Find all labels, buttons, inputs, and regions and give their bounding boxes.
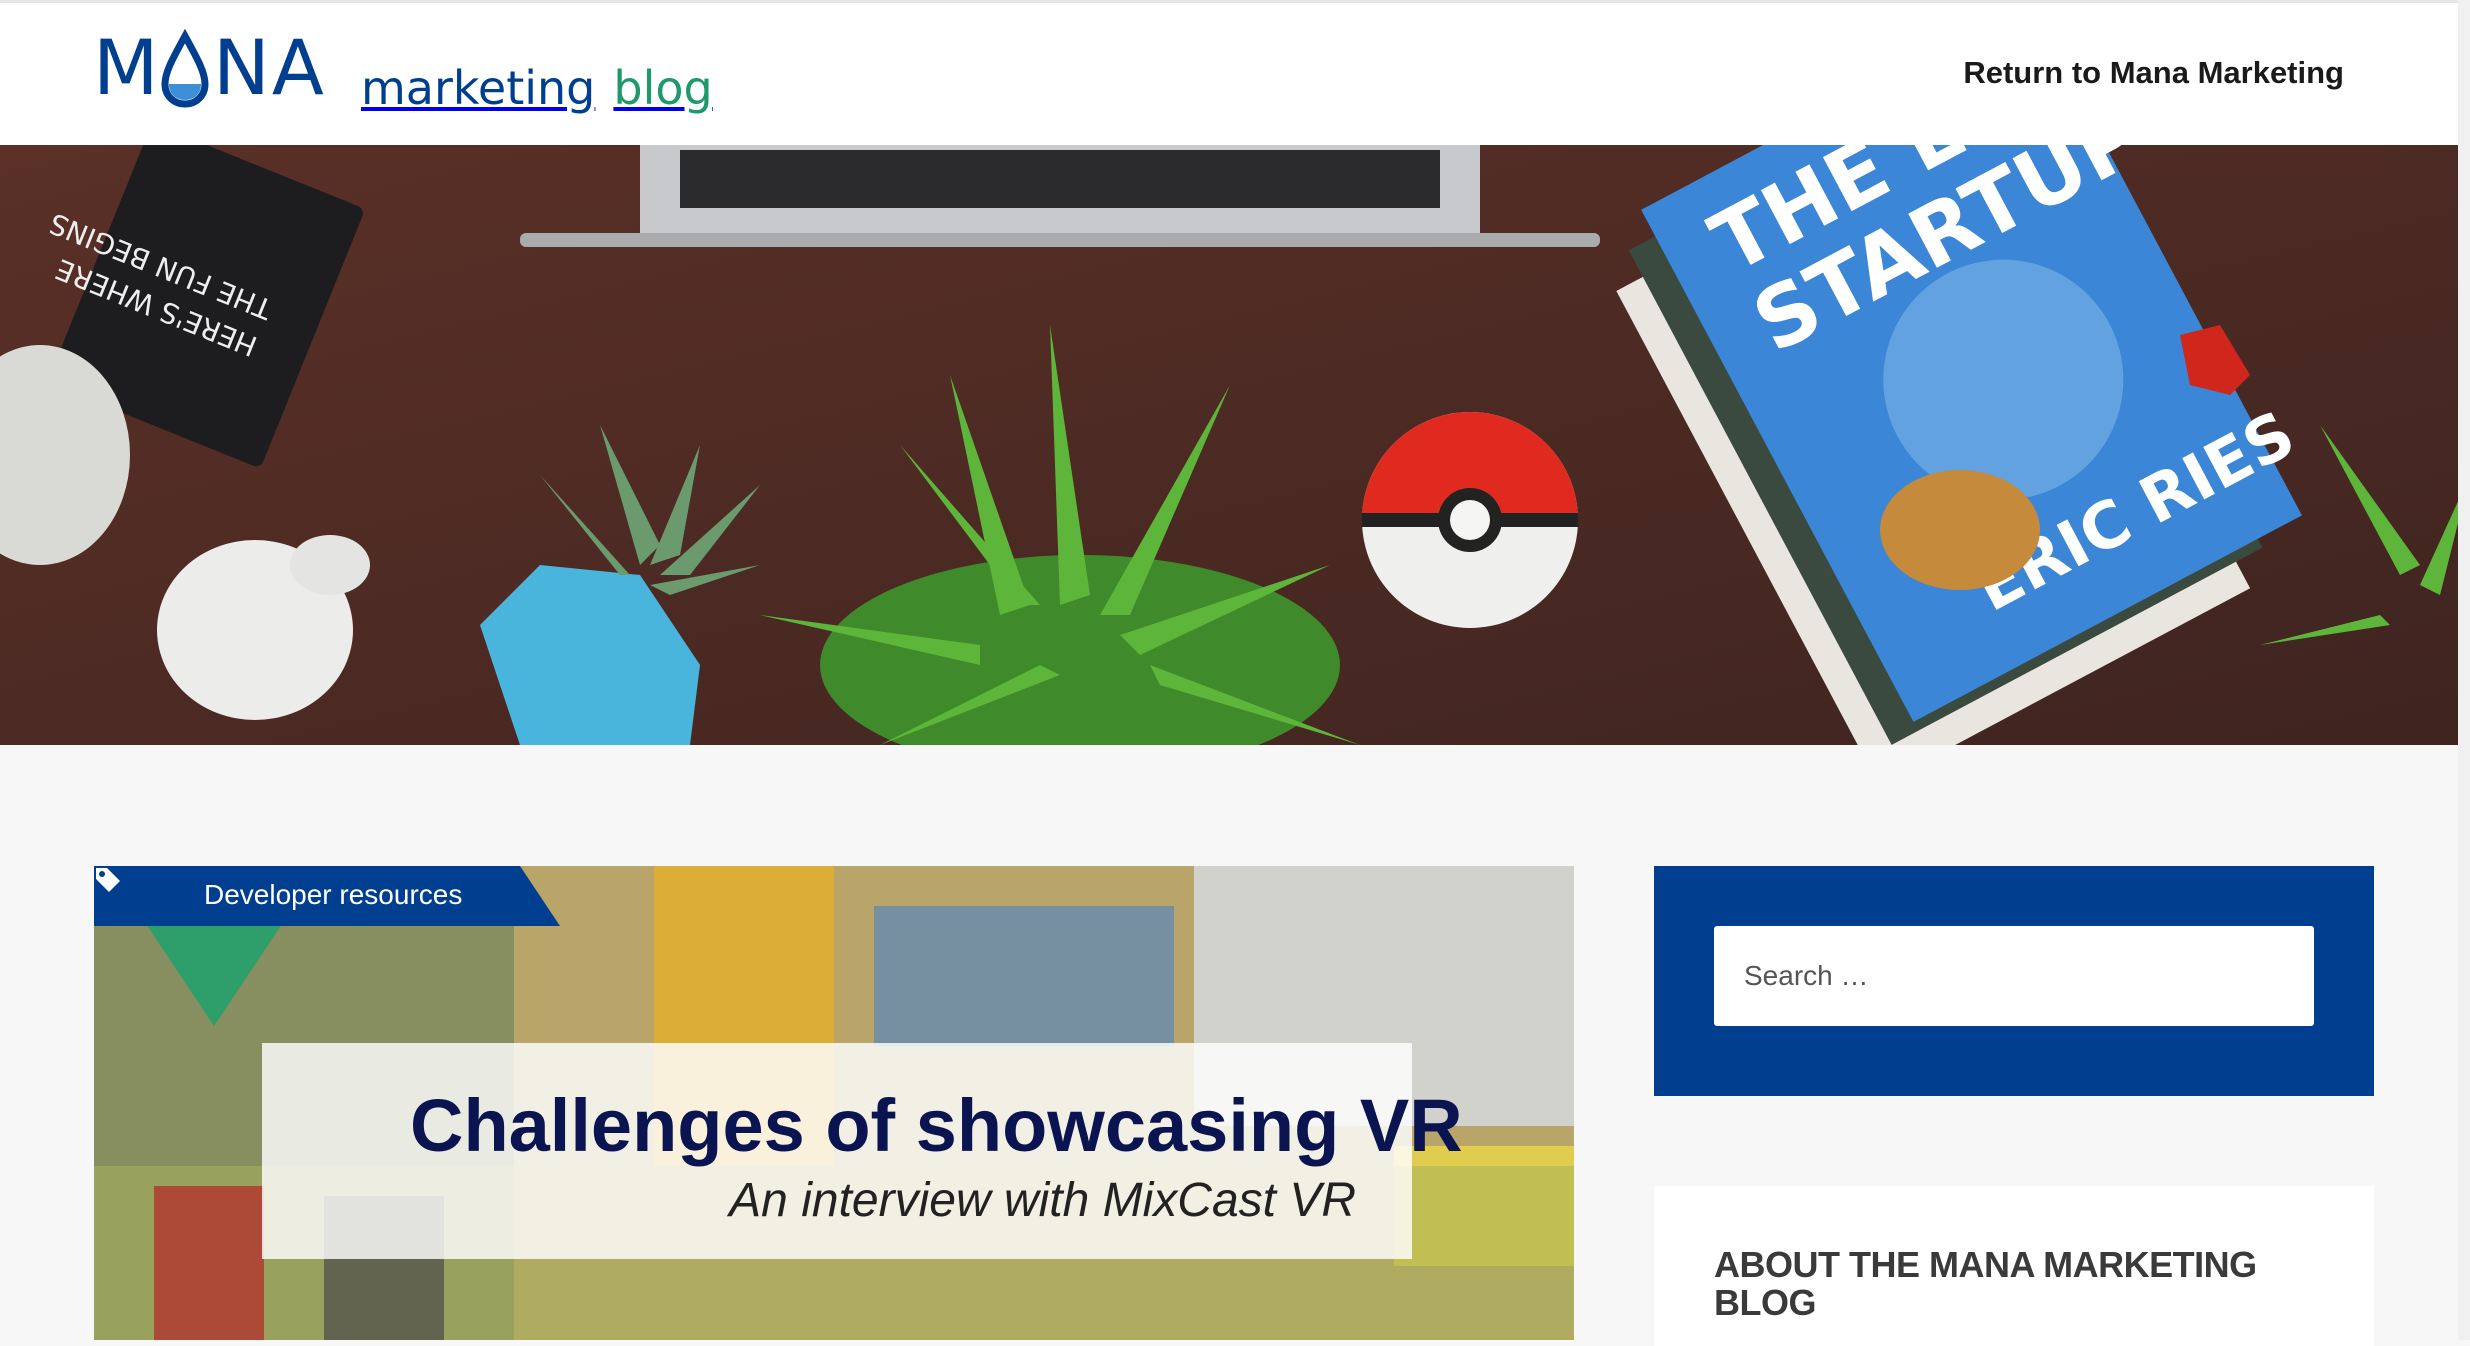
category-tag-link[interactable]: Developer resources: [94, 866, 564, 926]
window-scrollbar-track[interactable]: [2458, 0, 2470, 1340]
svg-text:M: M: [93, 28, 161, 108]
site-header: M NA marketing blog Return to Mana Marke…: [0, 0, 2470, 145]
about-widget: ABOUT THE MANA MARKETING BLOG: [1654, 1186, 2374, 1346]
post-image-title: Challenges of showcasing VR: [410, 1084, 1463, 1167]
tag-icon: [96, 868, 120, 892]
logo-blog-text: blog: [613, 61, 713, 115]
hero-desk-illustration: HERE'S WHERE THE FUN BEGINS STARTUP ERIC…: [0, 145, 2470, 745]
logo-marketing-text: marketing: [361, 61, 596, 115]
search-widget: [1654, 866, 2374, 1096]
return-to-mana-link[interactable]: Return to Mana Marketing: [1963, 55, 2344, 91]
logo-mana-wordmark: M NA: [93, 23, 326, 112]
category-label: Developer resources: [204, 879, 463, 910]
site-logo[interactable]: M NA marketing blog: [93, 23, 713, 119]
about-widget-title: ABOUT THE MANA MARKETING BLOG: [1714, 1244, 2257, 1323]
svg-text:NA: NA: [213, 28, 326, 108]
logo-mana-text: M NA: [93, 23, 343, 119]
post-image-subtitle: An interview with MixCast VR: [729, 1174, 1356, 1227]
hero-banner-image: HERE'S WHERE THE FUN BEGINS STARTUP ERIC…: [0, 145, 2470, 745]
post-title-overlay: Challenges of showcasing VR An interview…: [262, 1043, 1463, 1259]
search-input[interactable]: [1714, 926, 2314, 1026]
featured-post-card[interactable]: Challenges of showcasing VR An interview…: [94, 866, 1574, 1340]
